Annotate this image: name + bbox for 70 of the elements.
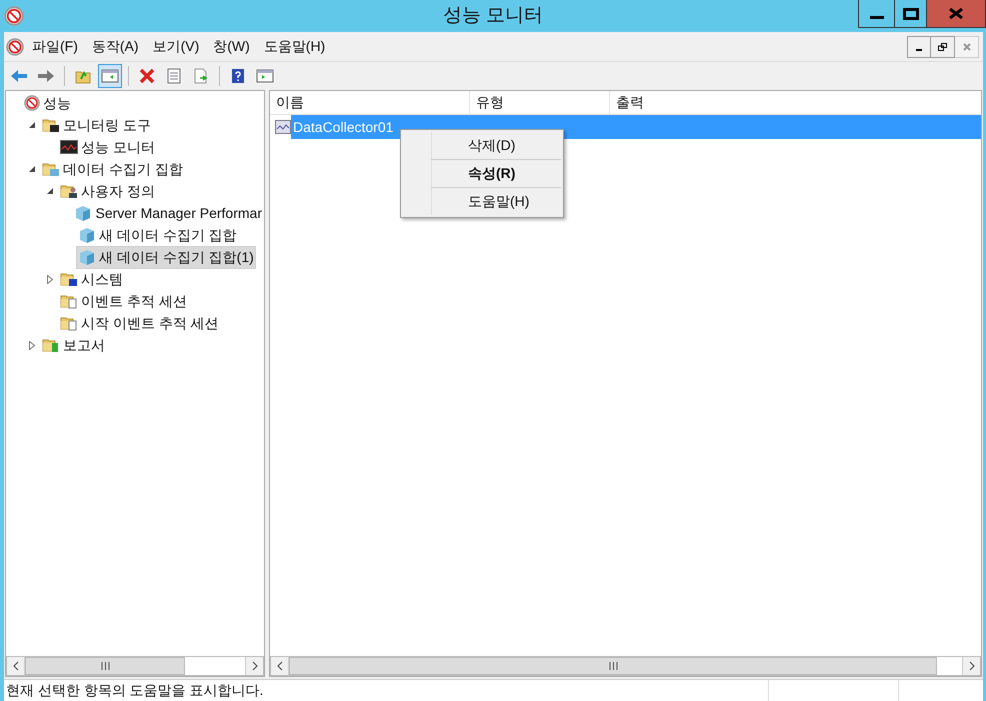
tree-item[interactable]: 사용자 정의 [58, 180, 157, 202]
column-header[interactable]: 이름 [270, 91, 470, 114]
folder-report-icon [42, 337, 60, 353]
tree-item[interactable]: 시스템 [58, 268, 125, 290]
tree-item[interactable]: 새 데이터 수집기 집합 [76, 224, 239, 246]
tree-item[interactable]: 성능 [22, 92, 73, 114]
tree-item[interactable]: 모니터링 도구 [40, 114, 153, 136]
scroll-thumb[interactable] [25, 657, 185, 675]
close-icon [949, 8, 963, 19]
no-sign-icon [6, 38, 24, 56]
folder-computer-icon [60, 271, 78, 287]
status-text: 현재 선택한 항목의 도움말을 표시합니다. [5, 681, 264, 700]
menu-item[interactable]: 파일(F) [26, 34, 84, 59]
context-menu-item[interactable]: 도움말(H) [431, 188, 563, 215]
panel-icon [101, 68, 119, 84]
expanded-arrow-icon[interactable] [28, 166, 36, 172]
folder-document-icon [60, 315, 78, 331]
chevron-left-icon [276, 661, 282, 671]
column-header[interactable]: 출력 [610, 91, 750, 114]
folder-cube-icon [42, 161, 60, 177]
tree-item[interactable]: 성능 모니터 [58, 136, 157, 158]
chevron-right-icon [252, 661, 258, 671]
grip-icon [608, 662, 618, 670]
properties-icon [166, 68, 182, 84]
menu-item[interactable]: 창(W) [207, 34, 256, 59]
toolbar-button[interactable] [98, 64, 122, 88]
grip-icon [100, 662, 110, 670]
no-sign-icon [4, 6, 24, 26]
close-button[interactable] [927, 0, 985, 27]
chevron-right-icon [968, 661, 974, 671]
minimize-icon [870, 16, 884, 19]
cube-icon [78, 227, 96, 243]
chevron-left-icon [12, 661, 18, 671]
collapsed-arrow-icon[interactable] [47, 274, 53, 284]
column-header[interactable]: 유형 [470, 91, 610, 114]
expanded-arrow-icon[interactable] [46, 188, 54, 194]
minimize-icon [916, 48, 922, 50]
help-icon [230, 68, 246, 84]
horizontal-scrollbar[interactable] [270, 656, 981, 676]
tree-item[interactable]: 데이터 수집기 집합 [40, 158, 185, 180]
no-sign-icon [24, 95, 40, 111]
cube-icon [78, 249, 96, 265]
horizontal-scrollbar[interactable] [6, 656, 264, 676]
minimize-button[interactable] [907, 36, 931, 58]
panel-icon [256, 68, 274, 84]
folder-document-icon [60, 293, 78, 309]
chart-icon [60, 140, 78, 154]
tree-item[interactable]: 보고서 [40, 334, 107, 356]
restore-icon [938, 42, 947, 50]
back-arrow-icon [10, 68, 28, 84]
maximize-icon [902, 8, 918, 20]
tree-item[interactable]: Server Manager Performar [72, 202, 264, 224]
close-icon [962, 42, 970, 50]
chart-icon [275, 120, 291, 134]
delete-icon [139, 68, 155, 84]
menu-item[interactable]: 보기(V) [146, 34, 206, 59]
collapsed-arrow-icon[interactable] [29, 340, 35, 350]
tree-item[interactable]: 이벤트 추적 세션 [58, 290, 189, 312]
folder-monitor-icon [42, 117, 60, 133]
folder-user-icon [60, 183, 78, 199]
tree-item[interactable]: 새 데이터 수집기 집합(1) [76, 246, 256, 268]
tree-item[interactable]: 시작 이벤트 추적 세션 [58, 312, 221, 334]
window-title: 성능 모니터 [442, 4, 544, 28]
export-list-icon [193, 68, 209, 84]
forward-arrow-icon [37, 68, 55, 84]
cube-icon [74, 205, 92, 221]
menu-item[interactable]: 동작(A) [86, 34, 145, 59]
expanded-arrow-icon[interactable] [28, 122, 36, 128]
scroll-thumb[interactable] [289, 657, 937, 675]
menu-item[interactable]: 도움말(H) [258, 34, 332, 59]
